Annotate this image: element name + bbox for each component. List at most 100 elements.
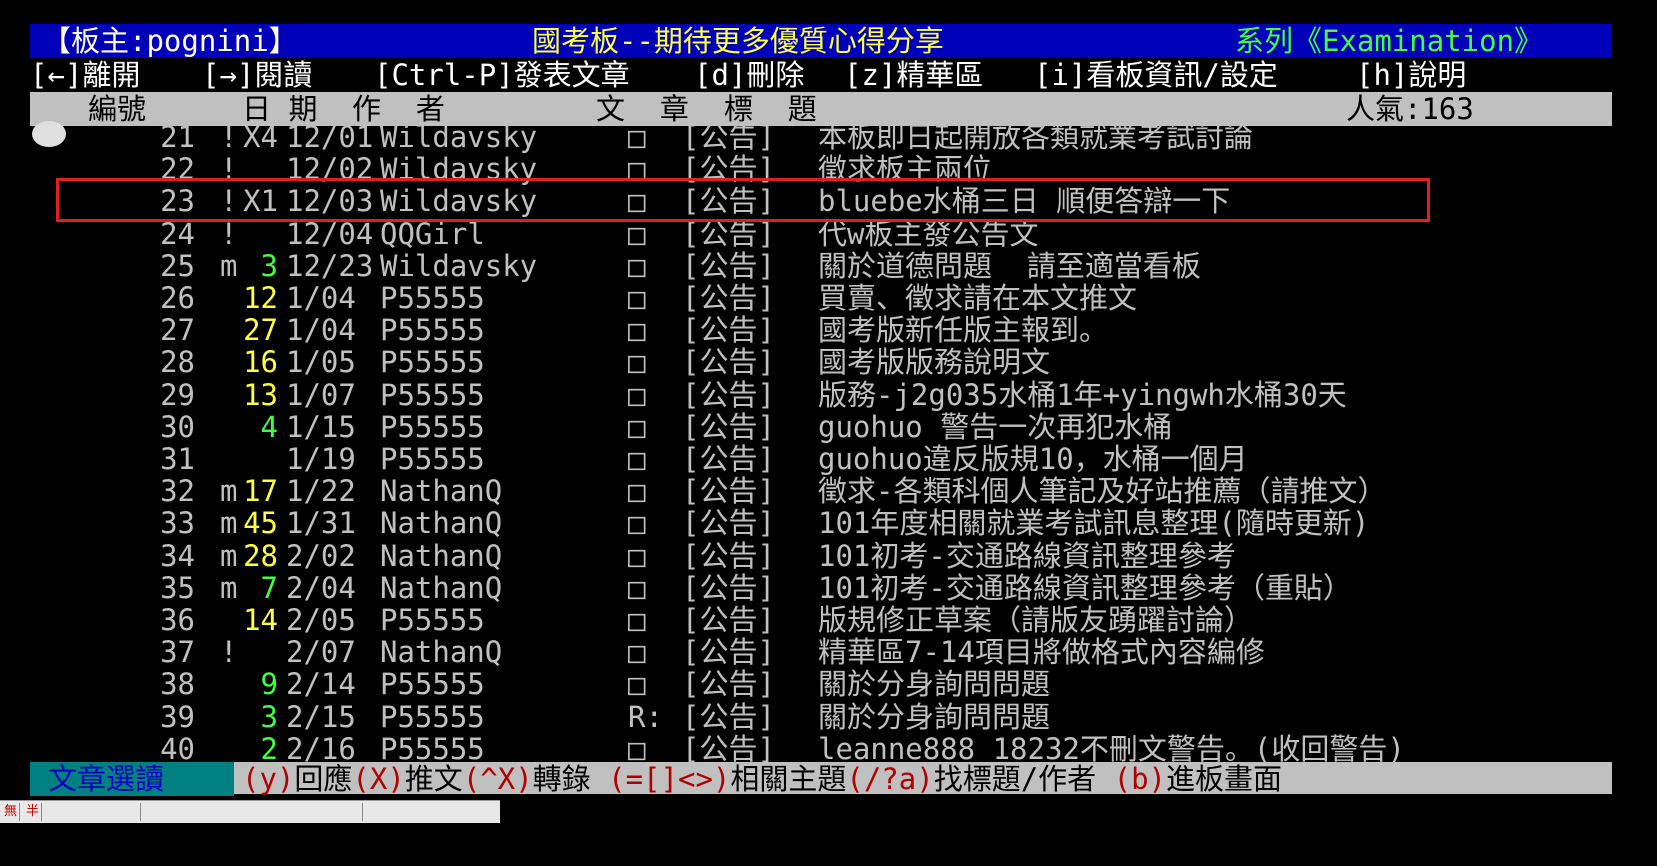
article-category: [公告]: [682, 474, 775, 509]
leave-command[interactable]: [←]離開: [30, 58, 140, 92]
help-command[interactable]: [h]說明: [1356, 58, 1466, 92]
push-count: 3: [260, 699, 278, 734]
article-title: leanne888 18232不刪文警告。(收回警告): [818, 731, 1405, 766]
article-number: 25: [160, 248, 195, 283]
push-count: 4: [260, 409, 278, 444]
enter-board-key[interactable]: (b): [1114, 762, 1166, 796]
article-title: 關於分身詢問問題: [818, 699, 1051, 734]
article-number: 29: [160, 377, 195, 412]
article-status: □: [628, 603, 646, 637]
push-count: 28: [243, 538, 278, 573]
article-author: NathanQ: [380, 506, 503, 541]
article-category: [公告]: [682, 506, 775, 541]
article-date: 1/04: [286, 281, 356, 315]
ime-divider: [362, 803, 363, 821]
recommend-key[interactable]: (X): [352, 762, 404, 796]
article-category: [公告]: [682, 120, 775, 154]
article-category: [公告]: [682, 667, 775, 702]
push-count: 27: [243, 313, 278, 348]
list-item[interactable]: 36 14 2/05 P55555 □ [公告] 版規修正草案（請版友踴躍討論）: [30, 603, 1610, 637]
ime-width[interactable]: 半: [24, 803, 43, 821]
article-status: □: [628, 474, 646, 509]
article-author: P55555: [380, 377, 485, 412]
list-item[interactable]: 30 4 1/15 P55555 □ [公告] guohuo 警告一次再犯水桶: [30, 410, 1610, 444]
article-number: 28: [160, 345, 195, 380]
list-item[interactable]: 37! 2/07 NathanQ □ [公告] 精華區7-14項目將做格式內容編修: [30, 635, 1610, 669]
read-command[interactable]: [→]閱讀: [202, 58, 312, 92]
article-category: [公告]: [682, 442, 775, 476]
list-item[interactable]: 32 m 17 1/22 NathanQ □ [公告] 徵求-各類科個人筆記及好站推薦（請推文…: [30, 474, 1610, 508]
list-item[interactable]: 29 13 1/07 P55555 □ [公告] 版務-j2g035水桶1年+yingwh水…: [30, 378, 1610, 412]
article-status: □: [628, 667, 646, 702]
list-item[interactable]: 39 3 2/15 P55555 R: [公告] 關於分身詢問問題: [30, 700, 1610, 734]
list-item[interactable]: 33 m 45 1/31 NathanQ □ [公告] 101年度相關就業考試訊息整理(隨時更…: [30, 506, 1610, 540]
article-date: 2/16: [286, 731, 356, 766]
article-date: 1/31: [286, 506, 356, 541]
recommend-hint: 推文: [404, 762, 463, 796]
article-author: P55555: [380, 699, 485, 734]
list-item[interactable]: 27 27 1/04 P55555 □ [公告] 國考版新任版主報到。: [30, 313, 1610, 347]
article-title: 買賣、徵求請在本文推文: [818, 281, 1138, 315]
article-date: 1/19: [286, 442, 356, 476]
article-status: □: [628, 409, 646, 444]
list-item[interactable]: 40 2 2/16 P55555 □ [公告] leanne888 18232不刪文警告。(…: [30, 732, 1610, 766]
article-category: [公告]: [682, 345, 775, 380]
reply-key[interactable]: (y): [242, 762, 294, 796]
list-item[interactable]: 21! X4 12/01 Wildavsky □ [公告] 本板即日起開放各類就業考試討論: [30, 120, 1610, 154]
article-status: □: [628, 281, 646, 315]
article-author: P55555: [380, 731, 485, 766]
article-status: □: [628, 313, 646, 348]
list-item[interactable]: 34 m 28 2/02 NathanQ □ [公告] 101初考-交通路線資訊整理參考: [30, 539, 1610, 573]
article-status: R:: [628, 699, 663, 734]
push-count: 2: [260, 731, 278, 766]
list-item[interactable]: 28 16 1/05 P55555 □ [公告] 國考版版務說明文: [30, 345, 1610, 379]
article-title: 版規修正草案（請版友踴躍討論）: [818, 603, 1254, 637]
article-date: 12/23: [286, 248, 374, 283]
highlight-box: [56, 178, 1430, 222]
article-number: 37: [160, 635, 195, 670]
article-date: 2/15: [286, 699, 356, 734]
search-key[interactable]: (/?a): [846, 762, 933, 796]
article-status: □: [628, 377, 646, 412]
article-author: P55555: [380, 409, 485, 444]
reply-hint: 回應: [294, 762, 353, 796]
article-category: [公告]: [682, 538, 775, 573]
article-category: [公告]: [682, 313, 775, 348]
push-count: 12: [243, 281, 278, 315]
list-item[interactable]: 35 m 7 2/04 NathanQ □ [公告] 101初考-交通路線資訊整理參考（重貼）: [30, 571, 1610, 605]
push-count: 16: [243, 345, 278, 380]
article-number: 40: [160, 731, 195, 766]
push-count: 17: [243, 474, 278, 509]
status-bar: 文章選讀 (y)回應(X)推文(^X)轉錄 (=[]<>)相關主題(/?a)找標…: [30, 762, 1612, 796]
list-item[interactable]: 38 9 2/14 P55555 □ [公告] 關於分身詢問問題: [30, 667, 1610, 701]
board-header: 【板主:pognini】 國考板--期待更多優質心得分享 系列《Examinat…: [30, 24, 1612, 58]
ime-mode[interactable]: 無: [2, 803, 21, 821]
forward-key[interactable]: (^X): [463, 762, 533, 796]
article-number: 21: [160, 120, 195, 154]
digest-command[interactable]: [z]精華區: [844, 58, 983, 92]
article-number: 30: [160, 409, 195, 444]
related-hint: 相關主題: [730, 762, 847, 796]
board-series: 系列《Examination》: [1235, 24, 1544, 58]
article-title: 101初考-交通路線資訊整理參考（重貼）: [818, 570, 1352, 605]
list-item[interactable]: 31 1/19 P55555 □ [公告] guohuo違反版規10，水桶一個月: [30, 442, 1610, 476]
article-date: 2/04: [286, 570, 356, 605]
article-category: [公告]: [682, 248, 775, 283]
list-item[interactable]: 25 m 3 12/23 Wildavsky □ [公告] 關於道德問題 請至適當看板: [30, 249, 1610, 283]
article-status: □: [628, 506, 646, 541]
article-category: [公告]: [682, 570, 775, 605]
delete-command[interactable]: [d]刪除: [694, 58, 804, 92]
article-status: □: [628, 570, 646, 605]
article-title: 國考版新任版主報到。: [818, 313, 1109, 348]
article-date: 1/07: [286, 377, 356, 412]
related-key[interactable]: (=[]<>): [608, 762, 730, 796]
article-title: 國考版版務說明文: [818, 345, 1051, 380]
post-command[interactable]: [Ctrl-P]發表文章: [374, 58, 630, 92]
article-mark: !: [220, 635, 238, 670]
article-title: 本板即日起開放各類就業考試討論: [818, 120, 1254, 154]
push-count: 14: [243, 603, 278, 637]
board-info-command[interactable]: [i]看板資訊/設定: [1034, 58, 1278, 92]
list-item[interactable]: 26 12 1/04 P55555 □ [公告] 買賣、徵求請在本文推文: [30, 281, 1610, 315]
article-category: [公告]: [682, 699, 775, 734]
article-date: 1/15: [286, 409, 356, 444]
